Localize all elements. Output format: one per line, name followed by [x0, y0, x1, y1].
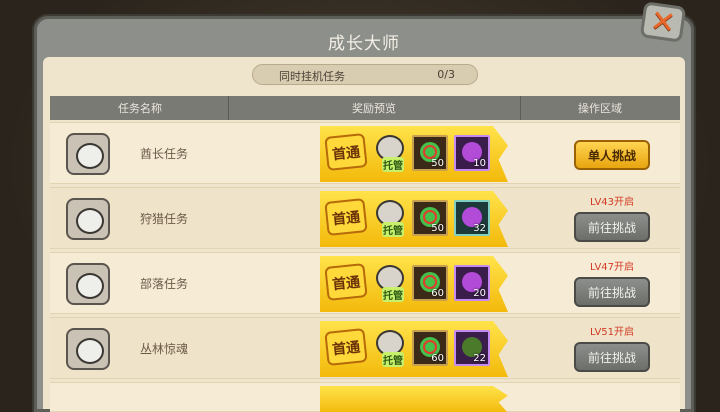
idle-task-progress: 同时挂机任务 0/3 [252, 64, 478, 85]
col-reward-preview: 奖励预览 [352, 102, 396, 115]
auto-tag: 托管 [382, 352, 404, 367]
table-row: 丛林惊魂 首通 托管 60 22 LV51开启 前往挑战 [50, 317, 680, 379]
ban-icon [423, 210, 437, 224]
idle-task-count: 0/3 [437, 68, 455, 81]
table-row [50, 382, 680, 412]
table-row: 狩猎任务 首通 托管 50 32 LV43开启 前往挑战 [50, 187, 680, 249]
ban-icon [423, 275, 437, 289]
first-clear-badge: 首通 [324, 133, 368, 171]
table-row: 酋长任务 首通 托管 50 10 单人挑战 [50, 122, 680, 184]
task-name: 酋长任务 [140, 147, 189, 161]
task-avatar-icon [66, 198, 110, 240]
first-clear-badge: 首通 [324, 263, 368, 301]
reward-item[interactable]: 20 [454, 265, 490, 301]
solo-challenge-button[interactable]: 单人挑战 [574, 140, 650, 170]
reward-banner [320, 386, 508, 412]
reward-item[interactable]: 22 [454, 330, 490, 366]
table-header: 任务名称 奖励预览 操作区域 [50, 96, 680, 120]
unlock-level: LV43开启 [589, 197, 635, 208]
hero-icon: 托管 [372, 263, 408, 302]
reward-item[interactable]: 60 [412, 265, 448, 301]
task-name: 丛林惊魂 [140, 342, 189, 356]
first-clear-badge: 首通 [324, 198, 368, 236]
dialog-title: 成长大师 [328, 34, 400, 54]
reward-item[interactable]: 10 [454, 135, 490, 171]
auto-tag: 托管 [382, 157, 404, 172]
col-action-area: 操作区域 [578, 102, 622, 115]
go-challenge-button[interactable]: 前往挑战 [574, 212, 650, 242]
reward-item[interactable]: 60 [412, 330, 448, 366]
idle-task-label: 同时挂机任务 [279, 70, 345, 83]
go-challenge-button[interactable]: 前往挑战 [574, 342, 650, 372]
go-challenge-button[interactable]: 前往挑战 [574, 277, 650, 307]
first-clear-badge: 首通 [324, 328, 368, 366]
ban-icon [423, 340, 437, 354]
close-button[interactable]: ✕ [639, 1, 687, 43]
task-name: 狩猎任务 [140, 212, 189, 226]
table-row: 部落任务 首通 托管 60 20 LV47开启 前往挑战 [50, 252, 680, 314]
reward-item[interactable]: 50 [412, 200, 448, 236]
reward-item[interactable]: 32 [454, 200, 490, 236]
unlock-level: LV47开启 [589, 262, 635, 273]
hero-icon: 托管 [372, 328, 408, 367]
task-avatar-icon [66, 328, 110, 370]
close-icon: ✕ [648, 3, 678, 42]
unlock-level: LV51开启 [589, 327, 635, 338]
ban-icon [423, 145, 437, 159]
task-avatar-icon [66, 263, 110, 305]
task-name: 部落任务 [140, 277, 189, 291]
auto-tag: 托管 [382, 287, 404, 302]
col-task-name: 任务名称 [118, 102, 162, 115]
reward-item[interactable]: 50 [412, 135, 448, 171]
hero-icon: 托管 [372, 198, 408, 237]
task-avatar-icon [66, 133, 110, 175]
hero-icon: 托管 [372, 133, 408, 172]
auto-tag: 托管 [382, 222, 404, 237]
